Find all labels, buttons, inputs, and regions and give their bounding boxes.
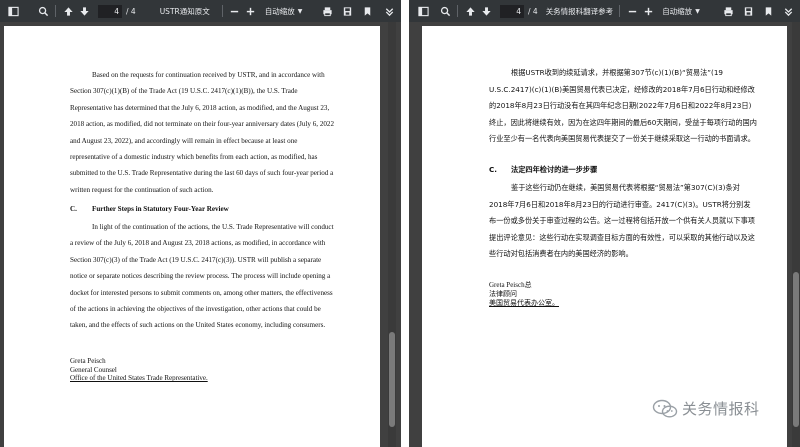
pdf-page: 根据USTR收到的续延请求，并根据第307节(c)(1)(B)“贸易法”(19 … [422,26,787,447]
zoom-dropdown[interactable]: 自动缩放 ▼ [662,6,700,17]
search-icon[interactable] [35,3,51,19]
scrollbar-thumb[interactable] [793,272,799,427]
page-total-label: / 4 [528,6,538,16]
vertical-scrollbar[interactable] [792,22,800,447]
signature-title: General Counsel [70,365,117,374]
save-icon[interactable] [339,3,355,19]
signature-name: Greta Peisch [70,357,106,365]
section-letter: C. [70,205,77,213]
toolbar-separator [619,5,621,17]
paragraph-continuation-zh: 根据USTR收到的续延请求，并根据第307节(c)(1)(B)“贸易法”(19 … [489,68,757,144]
chevron-down-icon: ▼ [695,7,700,15]
signature-office: 美国贸易代表办公室。 [489,299,559,307]
signature-name: Greta Peisch总 [489,281,532,289]
zoom-dropdown[interactable]: 自动缩放 ▼ [265,6,303,17]
section-title: 法定四年检讨的进一步步骤 [511,165,598,174]
left-toolbar: / 4 USTR通知原文 自动缩放 ▼ [0,0,401,22]
page-total-label: / 4 [126,6,136,16]
section-heading-zh: C. 法定四年检讨的进一步步骤 [489,162,757,179]
page-number-input[interactable] [98,4,122,18]
signature-title: 法律顾问 [489,290,517,298]
chevron-down-icon: ▼ [297,7,303,15]
paragraph-further-steps-zh: 鉴于这些行动仍在继续，美国贸易代表将根据“贸易法”第307(C)(3)条对201… [489,183,755,259]
zoom-value: 自动缩放 [662,6,693,16]
toolbar-separator [221,5,223,17]
document-title: USTR通知原文 [159,6,210,16]
right-toolbar: / 4 关务情报科翻译参考 自动缩放 ▼ [409,0,800,22]
save-icon[interactable] [740,3,756,19]
previous-page-icon[interactable] [462,3,478,19]
signature-office: Office of the United States Trade Repres… [70,374,208,382]
zoom-in-icon[interactable] [640,3,656,19]
tools-menu-icon[interactable] [381,3,397,19]
search-icon[interactable] [437,3,453,19]
paragraph-continuation: Based on the requests for continuation r… [70,71,335,194]
scrollbar-thumb[interactable] [389,332,395,427]
window-divider [401,0,409,447]
page-number-input[interactable] [500,4,524,18]
section-title: Further Steps in Statutory Four-Year Rev… [92,205,229,213]
previous-page-icon[interactable] [60,3,76,19]
paragraph-further-steps: In light of the continuation of the acti… [70,223,334,330]
zoom-value: 自动缩放 [264,6,295,16]
pdf-page: Based on the requests for continuation r… [4,26,380,447]
zoom-out-icon[interactable] [624,3,640,19]
zoom-out-icon[interactable] [227,3,243,19]
left-pdf-viewer: / 4 USTR通知原文 自动缩放 ▼ [0,0,401,447]
print-icon[interactable] [319,3,335,19]
bookmark-icon[interactable] [359,3,375,19]
zoom-in-icon[interactable] [243,3,259,19]
sidebar-toggle-icon[interactable] [415,3,431,19]
watermark: 关务情报科 [652,398,760,419]
toolbar-separator [55,5,56,17]
document-title: 关务情报科翻译参考 [545,6,614,16]
section-letter: C. [489,165,498,174]
wechat-icon [652,399,678,418]
watermark-text: 关务情报科 [682,400,760,418]
next-page-icon[interactable] [76,3,92,19]
toolbar-separator [457,5,458,17]
tools-menu-icon[interactable] [780,3,796,19]
next-page-icon[interactable] [478,3,494,19]
section-heading: C. Further Steps in Statutory Four-Year … [70,201,338,217]
right-pdf-viewer: / 4 关务情报科翻译参考 自动缩放 ▼ [409,0,800,447]
bookmark-icon[interactable] [760,3,776,19]
sidebar-toggle-icon[interactable] [5,3,21,19]
vertical-scrollbar[interactable] [388,22,396,447]
print-icon[interactable] [720,3,736,19]
